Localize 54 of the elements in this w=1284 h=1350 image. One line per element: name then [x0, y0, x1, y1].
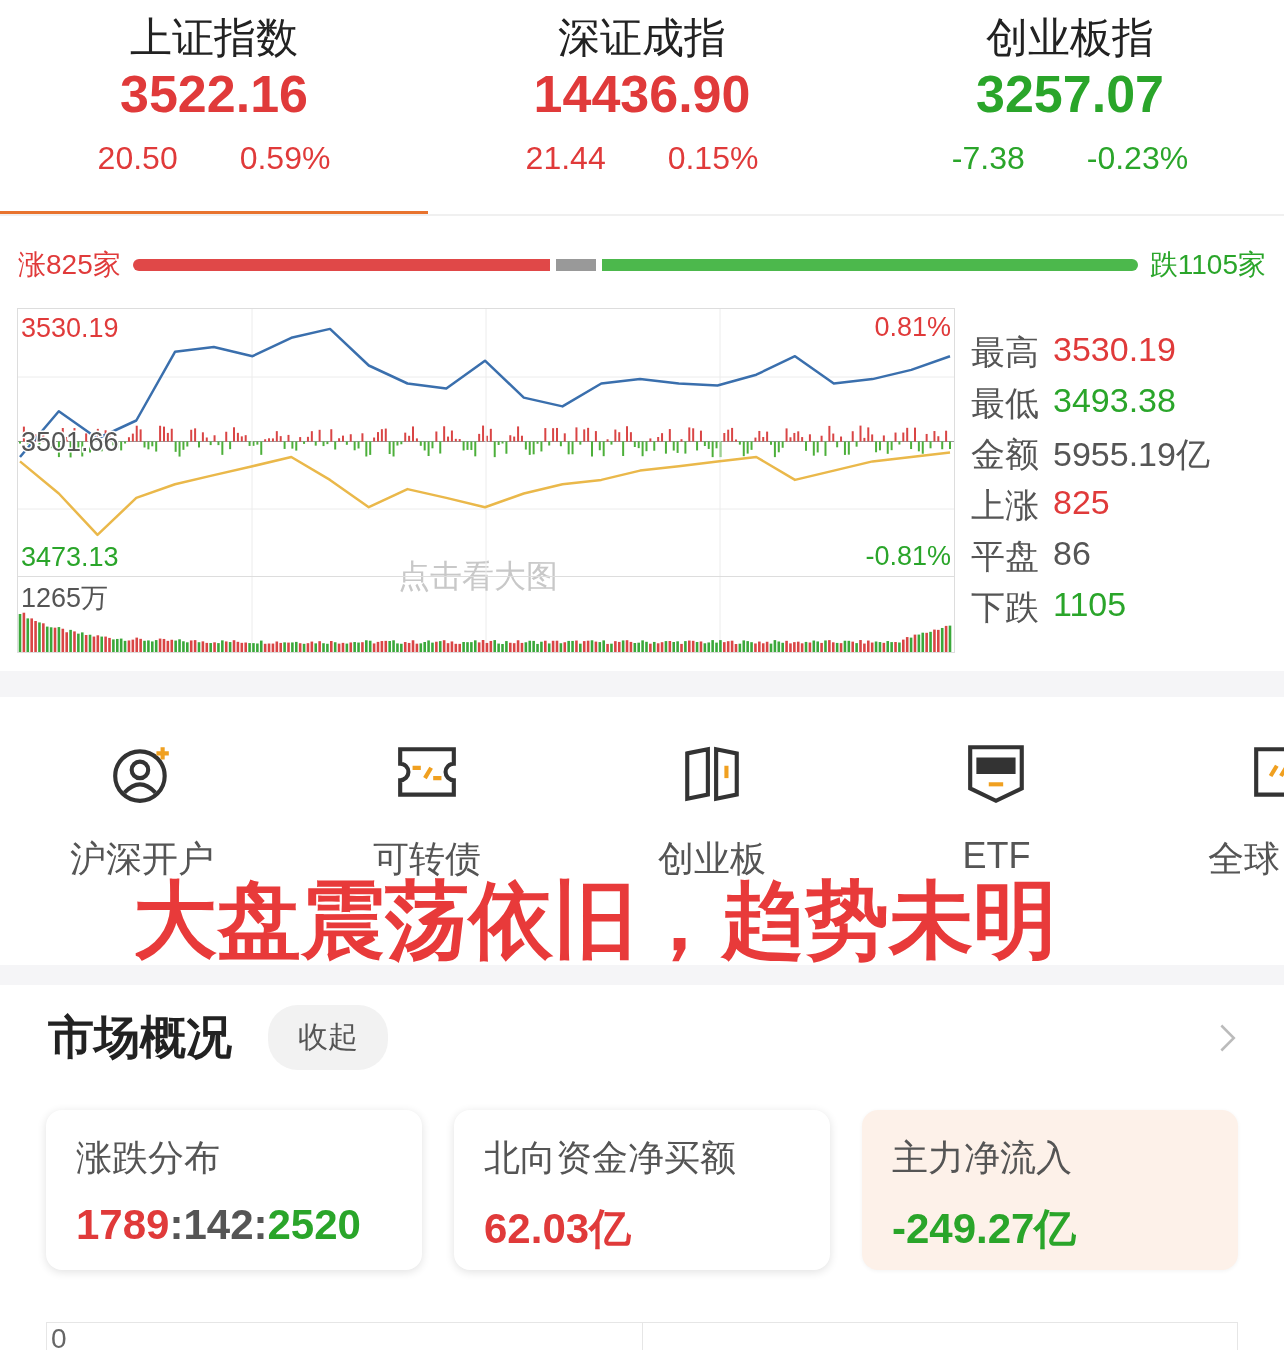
stat-value: 3530.19: [1053, 330, 1176, 370]
overview-card[interactable]: 北向资金净买额 62.03亿: [454, 1110, 830, 1270]
shortcut-label: ETF: [962, 835, 1031, 877]
axis-label: 1265万: [21, 583, 109, 613]
index-value: 3257.07: [976, 64, 1164, 125]
axis-label: 0: [51, 1323, 67, 1350]
index-value: 14436.90: [533, 64, 751, 125]
stat-label: 最低: [971, 383, 1039, 424]
index-tab[interactable]: 上证指数 3522.16 20.50 0.59%: [0, 0, 428, 214]
stat-label: 金额: [971, 434, 1039, 475]
stat-value: 825: [1053, 483, 1110, 523]
card-title: 主力净流入: [892, 1136, 1073, 1180]
index-name: 创业板指: [986, 13, 1154, 63]
axis-label: 3473.13: [21, 542, 119, 572]
index-percent: -0.23%: [1086, 140, 1189, 177]
stat-label: 最高: [971, 332, 1039, 373]
overview-card[interactable]: 涨跌分布 1789:142:2520: [46, 1110, 422, 1270]
stat-label: 下跌: [971, 587, 1039, 628]
card-value: 62.03亿: [484, 1204, 633, 1254]
axis-label: -0.81%: [865, 541, 951, 571]
card-title: 北向资金净买额: [484, 1136, 737, 1180]
axis-label: 3530.19: [21, 313, 119, 343]
index-value: 3522.16: [120, 64, 308, 125]
rise-count: 涨825家: [18, 248, 121, 282]
stat-value: 86: [1053, 534, 1091, 574]
shortcut-label: 全球: [1208, 837, 1280, 881]
index-change: -7.38: [951, 140, 1025, 177]
shortcut-label: 可转债: [372, 837, 481, 879]
stat-value: 3493.38: [1053, 381, 1176, 421]
index-name: 上证指数: [130, 13, 298, 63]
fall-count: 跌1105家: [1149, 248, 1266, 282]
stat-value: 5955.19亿: [1053, 434, 1210, 475]
index-change: 20.50: [97, 140, 178, 177]
shortcut-label: 沪深开户: [70, 837, 214, 879]
index-tab[interactable]: 深证成指 14436.90 21.44 0.15%: [428, 0, 856, 214]
card-value: -249.27亿: [892, 1204, 1078, 1254]
stat-label: 平盘: [971, 536, 1039, 577]
section-title: 市场概况: [48, 1009, 232, 1065]
index-percent: 0.59%: [239, 140, 331, 177]
card-value: 1789:142:2520: [76, 1201, 362, 1249]
shortcut-label: 创业板: [657, 837, 766, 879]
flat-bar: [555, 259, 596, 271]
shortcut-button[interactable]: 全球: [1139, 741, 1284, 887]
collapse-button[interactable]: 收起: [268, 1005, 388, 1070]
index-tab[interactable]: 创业板指 3257.07 -7.38 -0.23%: [856, 0, 1284, 214]
caption-text: 大盘震荡依旧，趋势未明: [133, 878, 1057, 962]
axis-label: 0.81%: [874, 312, 951, 342]
stat-label: 上涨: [971, 485, 1039, 526]
index-name: 深证成指: [558, 13, 726, 63]
index-percent: 0.15%: [667, 140, 759, 177]
overview-card[interactable]: 主力净流入 -249.27亿: [862, 1110, 1238, 1270]
stat-value: 1105: [1053, 585, 1127, 625]
card-title: 涨跌分布: [76, 1136, 221, 1180]
index-change: 21.44: [525, 140, 606, 177]
